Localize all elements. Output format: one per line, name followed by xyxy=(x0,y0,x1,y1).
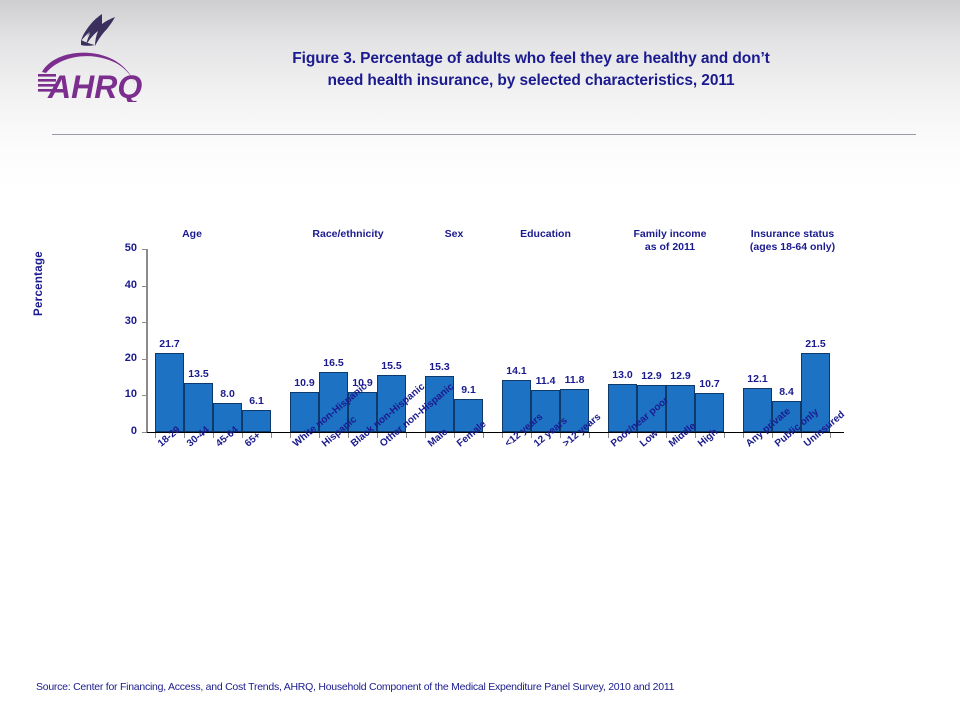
x-tick-mark xyxy=(724,433,725,438)
y-tick-label: 30 xyxy=(124,315,137,328)
x-tick-mark xyxy=(531,433,532,438)
y-tick-mark xyxy=(142,249,147,250)
bar-value-label: 21.5 xyxy=(805,338,826,351)
bar-value-label: 10.9 xyxy=(294,377,315,390)
x-tick-mark xyxy=(348,433,349,438)
bar[interactable] xyxy=(213,402,242,432)
y-axis-line xyxy=(146,249,148,433)
x-tick-mark xyxy=(425,433,426,438)
bar-value-label: 12.1 xyxy=(747,372,768,385)
slide-canvas: AHRQ Figure 3. Percentage of adults who … xyxy=(0,0,960,720)
bar-value-label: 11.8 xyxy=(564,373,585,386)
x-tick-mark xyxy=(213,433,214,438)
y-tick-label: 50 xyxy=(124,242,137,254)
x-tick-mark xyxy=(560,433,561,438)
x-tick-mark xyxy=(637,433,638,438)
group-header: Age xyxy=(182,228,202,240)
y-tick-mark xyxy=(142,432,147,433)
bar-value-label: 21.7 xyxy=(159,337,180,350)
x-tick-mark xyxy=(801,433,802,438)
y-tick-mark xyxy=(142,322,147,324)
bar-value-label: 8.0 xyxy=(220,387,235,400)
y-tick-mark xyxy=(142,285,147,287)
bar[interactable] xyxy=(184,382,213,432)
bar-chart: Percentage Age Race/ethnicity Sex Education… xyxy=(0,0,960,720)
bar[interactable] xyxy=(242,409,271,432)
bar-value-label: 11.4 xyxy=(535,375,556,388)
bar-value-label: 14.1 xyxy=(506,365,527,378)
bar-value-label: 12.9 xyxy=(641,369,662,382)
bar-value-label: 8.4 xyxy=(779,386,794,399)
x-tick-mark xyxy=(608,433,609,438)
x-tick-mark xyxy=(184,433,185,438)
y-tick-label: 20 xyxy=(124,351,137,364)
x-tick-mark xyxy=(666,433,667,438)
x-tick-mark xyxy=(502,433,503,438)
bar-value-label: 6.1 xyxy=(249,394,264,407)
x-tick-mark xyxy=(271,433,272,438)
x-tick-mark xyxy=(772,433,773,438)
bar-value-label: 13.0 xyxy=(612,369,633,382)
x-tick-mark xyxy=(454,433,455,438)
y-tick-mark xyxy=(142,358,147,360)
x-tick-mark xyxy=(290,433,291,438)
bar-value-label: 9.1 xyxy=(461,383,476,396)
group-header: Insurance status (ages 18-64 only) xyxy=(749,228,836,253)
bar-value-label: 15.3 xyxy=(429,361,450,373)
y-tick-label: 40 xyxy=(124,278,137,291)
x-tick-mark xyxy=(743,433,744,438)
bar-value-label: 15.5 xyxy=(381,360,402,373)
x-tick-mark xyxy=(830,433,831,438)
x-tick-mark xyxy=(589,433,590,438)
bar-value-label: 13.5 xyxy=(188,367,209,380)
source-note: Source: Center for Financing, Access, an… xyxy=(36,681,675,693)
x-tick-mark xyxy=(406,433,407,438)
bar-value-label: 12.9 xyxy=(670,369,691,382)
y-tick-label: 10 xyxy=(124,388,137,401)
bar-value-label: 16.5 xyxy=(323,356,344,369)
y-tick-mark xyxy=(142,395,147,397)
bar[interactable] xyxy=(695,392,724,432)
x-tick-mark xyxy=(695,433,696,438)
x-tick-mark xyxy=(242,433,243,438)
y-tick-label: 0 xyxy=(130,425,137,437)
y-axis-title: Percentage xyxy=(33,250,45,316)
x-tick-mark xyxy=(155,433,156,438)
bar-value-label: 10.7 xyxy=(699,377,720,390)
bar[interactable] xyxy=(155,352,184,432)
x-tick-mark xyxy=(377,433,378,438)
x-tick-mark xyxy=(319,433,320,438)
x-tick-mark xyxy=(483,433,484,438)
